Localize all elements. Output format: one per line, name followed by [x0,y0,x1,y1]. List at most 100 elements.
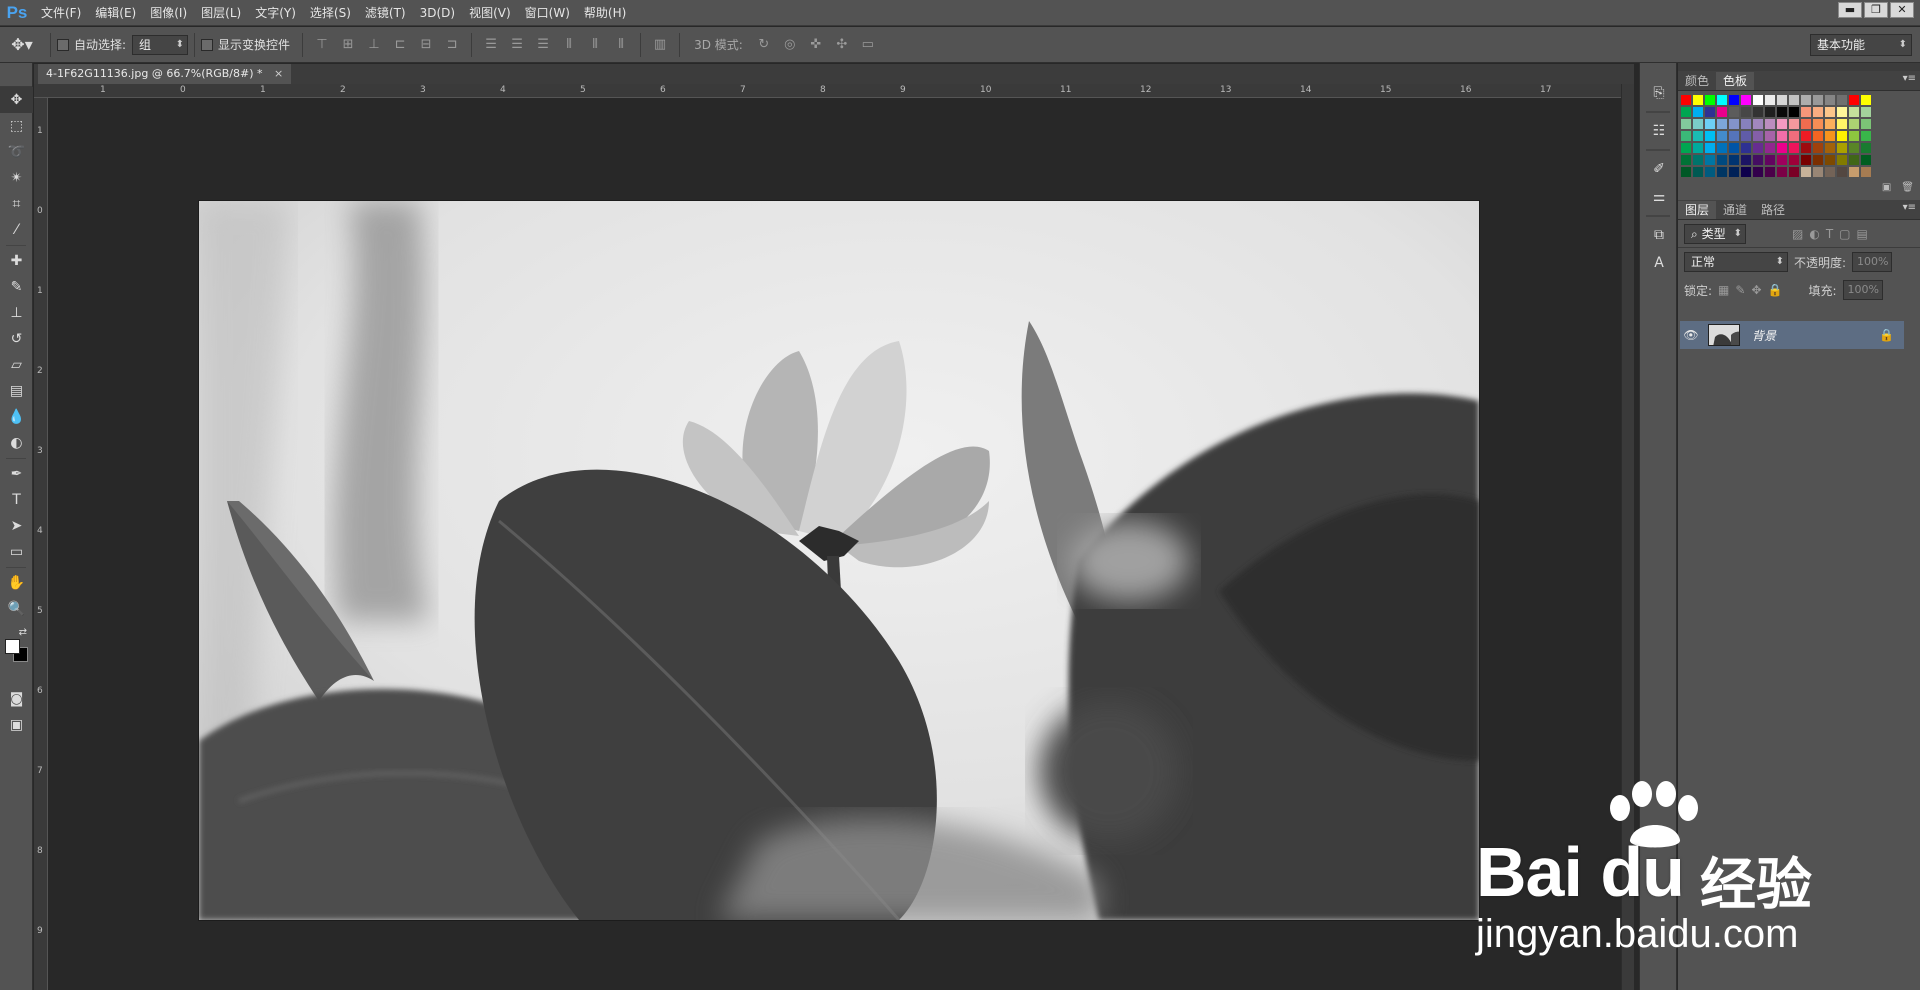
color-swatch[interactable] [1728,142,1740,154]
color-swatch[interactable] [1824,94,1836,106]
color-swatch[interactable] [1812,166,1824,178]
new-swatch-icon[interactable]: ▣ [1882,182,1891,193]
color-swatch[interactable] [1788,154,1800,166]
color-swatch[interactable] [1836,94,1848,106]
color-swatch[interactable] [1704,94,1716,106]
quick-mask-button[interactable]: ◙ [0,686,33,712]
color-swatch[interactable] [1812,142,1824,154]
color-swatch[interactable] [1716,118,1728,130]
3d-scale-icon[interactable]: ▭ [857,34,879,56]
color-swatch[interactable] [1776,130,1788,142]
tab-paths[interactable]: 路径 [1754,201,1792,219]
tab-channels[interactable]: 通道 [1716,201,1754,219]
eyedropper-tool[interactable]: ⁄ [0,217,33,243]
color-swatch[interactable] [1812,94,1824,106]
document-tab[interactable]: 4-1F62G11136.jpg @ 66.7%(RGB/8#) * × [38,64,292,84]
color-swatch[interactable] [1800,142,1812,154]
workspace-dropdown[interactable]: 基本功能 [1810,34,1912,56]
move-tool[interactable]: ✥ [0,87,33,113]
color-swatch[interactable] [1776,106,1788,118]
visibility-eye-icon[interactable]: 👁 [1680,328,1702,342]
tab-color[interactable]: 颜色 [1678,72,1716,90]
distribute-bottom-icon[interactable]: ☰ [532,34,554,56]
menu-file[interactable]: 文件(F) [34,0,88,26]
color-swatch[interactable] [1680,94,1692,106]
color-swatch[interactable] [1836,142,1848,154]
color-swatch[interactable] [1680,130,1692,142]
align-bottom-icon[interactable]: ⊥ [363,34,385,56]
color-swatch[interactable] [1752,130,1764,142]
marquee-tool[interactable]: ⬚ [0,113,33,139]
color-swatch[interactable] [1824,118,1836,130]
color-swatch[interactable] [1764,94,1776,106]
color-swatch[interactable] [1692,130,1704,142]
menu-filter[interactable]: 滤镜(T) [358,0,413,26]
color-swatch[interactable] [1824,130,1836,142]
color-swatch[interactable] [1800,94,1812,106]
color-swatch[interactable] [1836,166,1848,178]
color-swatch[interactable] [1704,130,1716,142]
color-swatch[interactable] [1800,166,1812,178]
color-swatch[interactable] [1776,94,1788,106]
filter-type-icon[interactable]: T [1826,227,1833,241]
color-swatch[interactable] [1860,130,1872,142]
color-swatch[interactable] [1740,142,1752,154]
lock-pixels-icon[interactable]: ✎ [1735,283,1745,297]
color-swatch[interactable] [1800,130,1812,142]
color-swatch[interactable] [1692,166,1704,178]
color-swatch[interactable] [1764,106,1776,118]
filter-smart-object-icon[interactable]: ▤ [1857,227,1868,241]
align-hcenter-icon[interactable]: ⊟ [415,34,437,56]
color-swatch[interactable] [1848,142,1860,154]
align-left-icon[interactable]: ⊏ [389,34,411,56]
color-swatch[interactable] [1692,94,1704,106]
color-swatch[interactable] [1740,166,1752,178]
history-panel-button[interactable]: ⎘ [1640,79,1678,107]
color-swatch[interactable] [1800,106,1812,118]
dodge-tool[interactable]: ◐ [0,430,33,456]
lasso-tool[interactable]: ➰ [0,139,33,165]
color-swatch[interactable] [1836,130,1848,142]
color-swatch[interactable] [1716,130,1728,142]
lock-transparent-icon[interactable]: ▦ [1718,283,1729,297]
color-swatch[interactable] [1860,154,1872,166]
color-swatch[interactable] [1680,106,1692,118]
color-swatch[interactable] [1836,106,1848,118]
brush-panel-button[interactable]: ✐ [1640,155,1678,183]
color-swatch[interactable] [1716,166,1728,178]
auto-select-checkbox[interactable] [57,38,69,51]
color-swatch[interactable] [1848,94,1860,106]
color-swatch[interactable] [1860,142,1872,154]
color-swatch[interactable] [1800,118,1812,130]
color-swatch[interactable] [1788,94,1800,106]
align-vcenter-icon[interactable]: ⊞ [337,34,359,56]
color-swatch[interactable] [1704,142,1716,154]
color-swatch[interactable] [1848,166,1860,178]
color-swatch[interactable] [1752,94,1764,106]
menu-view[interactable]: 视图(V) [462,0,518,26]
color-swatch[interactable] [1764,130,1776,142]
color-swatch[interactable] [1812,130,1824,142]
color-swatch[interactable] [1824,166,1836,178]
color-swatch[interactable] [1776,118,1788,130]
color-swatch[interactable] [1752,166,1764,178]
align-top-icon[interactable]: ⊤ [311,34,333,56]
menu-image[interactable]: 图像(I) [143,0,194,26]
color-swatch[interactable] [1716,154,1728,166]
type-tool[interactable]: T [0,487,33,513]
3d-rotate-icon[interactable]: ↻ [753,34,775,56]
menu-type[interactable]: 文字(Y) [248,0,303,26]
eraser-tool[interactable]: ▱ [0,352,33,378]
color-swatch[interactable] [1776,166,1788,178]
pen-tool[interactable]: ✒ [0,461,33,487]
menu-select[interactable]: 选择(S) [303,0,358,26]
healing-tool[interactable]: ✚ [0,248,33,274]
color-swatch[interactable] [1728,106,1740,118]
color-swatch[interactable] [1680,142,1692,154]
color-swatch[interactable] [1764,142,1776,154]
shape-tool[interactable]: ▭ [0,539,33,565]
horizontal-ruler[interactable]: 1 0 1 2 3 4 5 6 7 8 9 10 11 12 13 14 15 16 17 [34,84,1634,98]
menu-3d[interactable]: 3D(D) [413,0,462,26]
color-swatch[interactable] [1728,118,1740,130]
color-swatch[interactable] [1728,166,1740,178]
